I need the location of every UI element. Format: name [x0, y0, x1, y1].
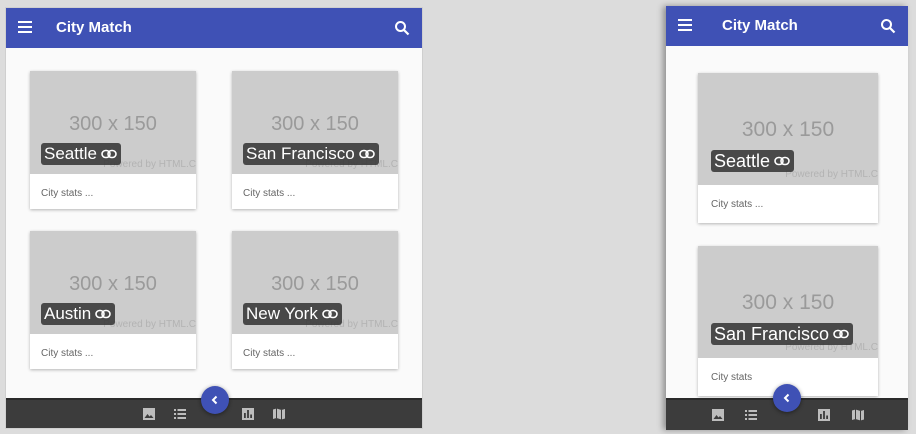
placeholder-size-text: 300 x 150	[741, 291, 835, 314]
menu-icon[interactable]	[18, 21, 32, 35]
city-link-chip[interactable]: New York	[243, 303, 342, 325]
app-title: City Match	[56, 19, 132, 36]
city-card[interactable]: 300 x 150 Powered by HTML.C San Francisc…	[698, 246, 878, 396]
app-bar: City Match	[6, 8, 422, 48]
city-link-chip[interactable]: Seattle	[711, 150, 795, 172]
city-image: 300 x 150 Powered by HTML.C Austin	[30, 231, 196, 334]
placeholder-size-text: 300 x 150	[741, 118, 835, 141]
app-window-wide: City Match 300 x 150 Powered by HTML.C S…	[6, 8, 422, 428]
city-image: 300 x 150 Powered by HTML.C New York	[232, 231, 398, 334]
list-icon[interactable]	[744, 408, 758, 422]
city-stats-text: City stats ...	[243, 188, 296, 199]
city-card[interactable]: 300 x 150 Powered by HTML.C Seattle City…	[698, 73, 878, 223]
city-image: 300 x 150 Powered by HTML.C Seattle	[698, 73, 878, 185]
city-link-chip[interactable]: San Francisco	[711, 323, 854, 345]
chevron-left-icon	[783, 393, 790, 403]
city-link-chip[interactable]: Austin	[41, 303, 116, 325]
link-icon	[833, 329, 849, 339]
city-stats-text: City stats ...	[41, 348, 94, 359]
menu-icon[interactable]	[678, 19, 692, 33]
city-link-chip[interactable]: Seattle	[41, 143, 121, 165]
placeholder-size-text: 300 x 150	[271, 113, 359, 135]
city-card[interactable]: 300 x 150 Powered by HTML.C Austin City …	[30, 231, 196, 369]
link-icon	[322, 309, 338, 319]
link-icon	[101, 149, 117, 159]
placeholder-size-text: 300 x 150	[271, 273, 359, 295]
map-icon[interactable]	[851, 408, 865, 422]
app-bar: City Match	[666, 6, 908, 46]
city-name: Austin	[44, 304, 92, 323]
chevron-left-icon	[211, 395, 218, 405]
list-icon[interactable]	[173, 407, 187, 421]
image-icon[interactable]	[142, 407, 156, 421]
city-card[interactable]: 300 x 150 Powered by HTML.C New York Cit…	[232, 231, 398, 369]
city-stats-text: City stats	[711, 372, 753, 383]
city-name: New York	[246, 304, 318, 323]
chart-icon[interactable]	[817, 408, 831, 422]
app-title: City Match	[722, 17, 798, 34]
image-icon[interactable]	[711, 408, 725, 422]
link-icon	[95, 309, 112, 319]
city-name: San Francisco	[246, 144, 355, 163]
city-stats-text: City stats ...	[41, 188, 94, 199]
city-card[interactable]: 300 x 150 Powered by HTML.C San Francisc…	[232, 71, 398, 209]
search-icon[interactable]	[880, 18, 896, 34]
powered-by-text: Powered by HTML.C	[785, 169, 878, 180]
chart-icon[interactable]	[241, 407, 255, 421]
link-icon	[358, 149, 375, 159]
city-name: San Francisco	[714, 323, 830, 344]
city-link-chip[interactable]: San Francisco	[243, 143, 379, 165]
city-stats-text: City stats ...	[243, 348, 296, 359]
placeholder-size-text: 300 x 150	[69, 113, 157, 135]
city-stats-text: City stats ...	[711, 199, 764, 210]
map-icon[interactable]	[272, 407, 286, 421]
city-card[interactable]: 300 x 150 Powered by HTML.C Seattle City…	[30, 71, 196, 209]
search-icon[interactable]	[394, 20, 410, 36]
collapse-fab-button[interactable]	[201, 386, 229, 414]
city-image: 300 x 150 Powered by HTML.C San Francisc…	[698, 246, 878, 358]
app-window-narrow: City Match 300 x 150 Powered by HTML.C S…	[666, 6, 908, 430]
city-image: 300 x 150 Powered by HTML.C San Francisc…	[232, 71, 398, 174]
placeholder-size-text: 300 x 150	[69, 273, 157, 295]
city-image: 300 x 150 Powered by HTML.C Seattle	[30, 71, 196, 174]
city-name: Seattle	[44, 144, 97, 163]
collapse-fab-button[interactable]	[773, 384, 801, 412]
link-icon	[774, 156, 790, 166]
powered-by-text: Powered by HTML.C	[103, 319, 196, 330]
city-name: Seattle	[714, 150, 771, 171]
